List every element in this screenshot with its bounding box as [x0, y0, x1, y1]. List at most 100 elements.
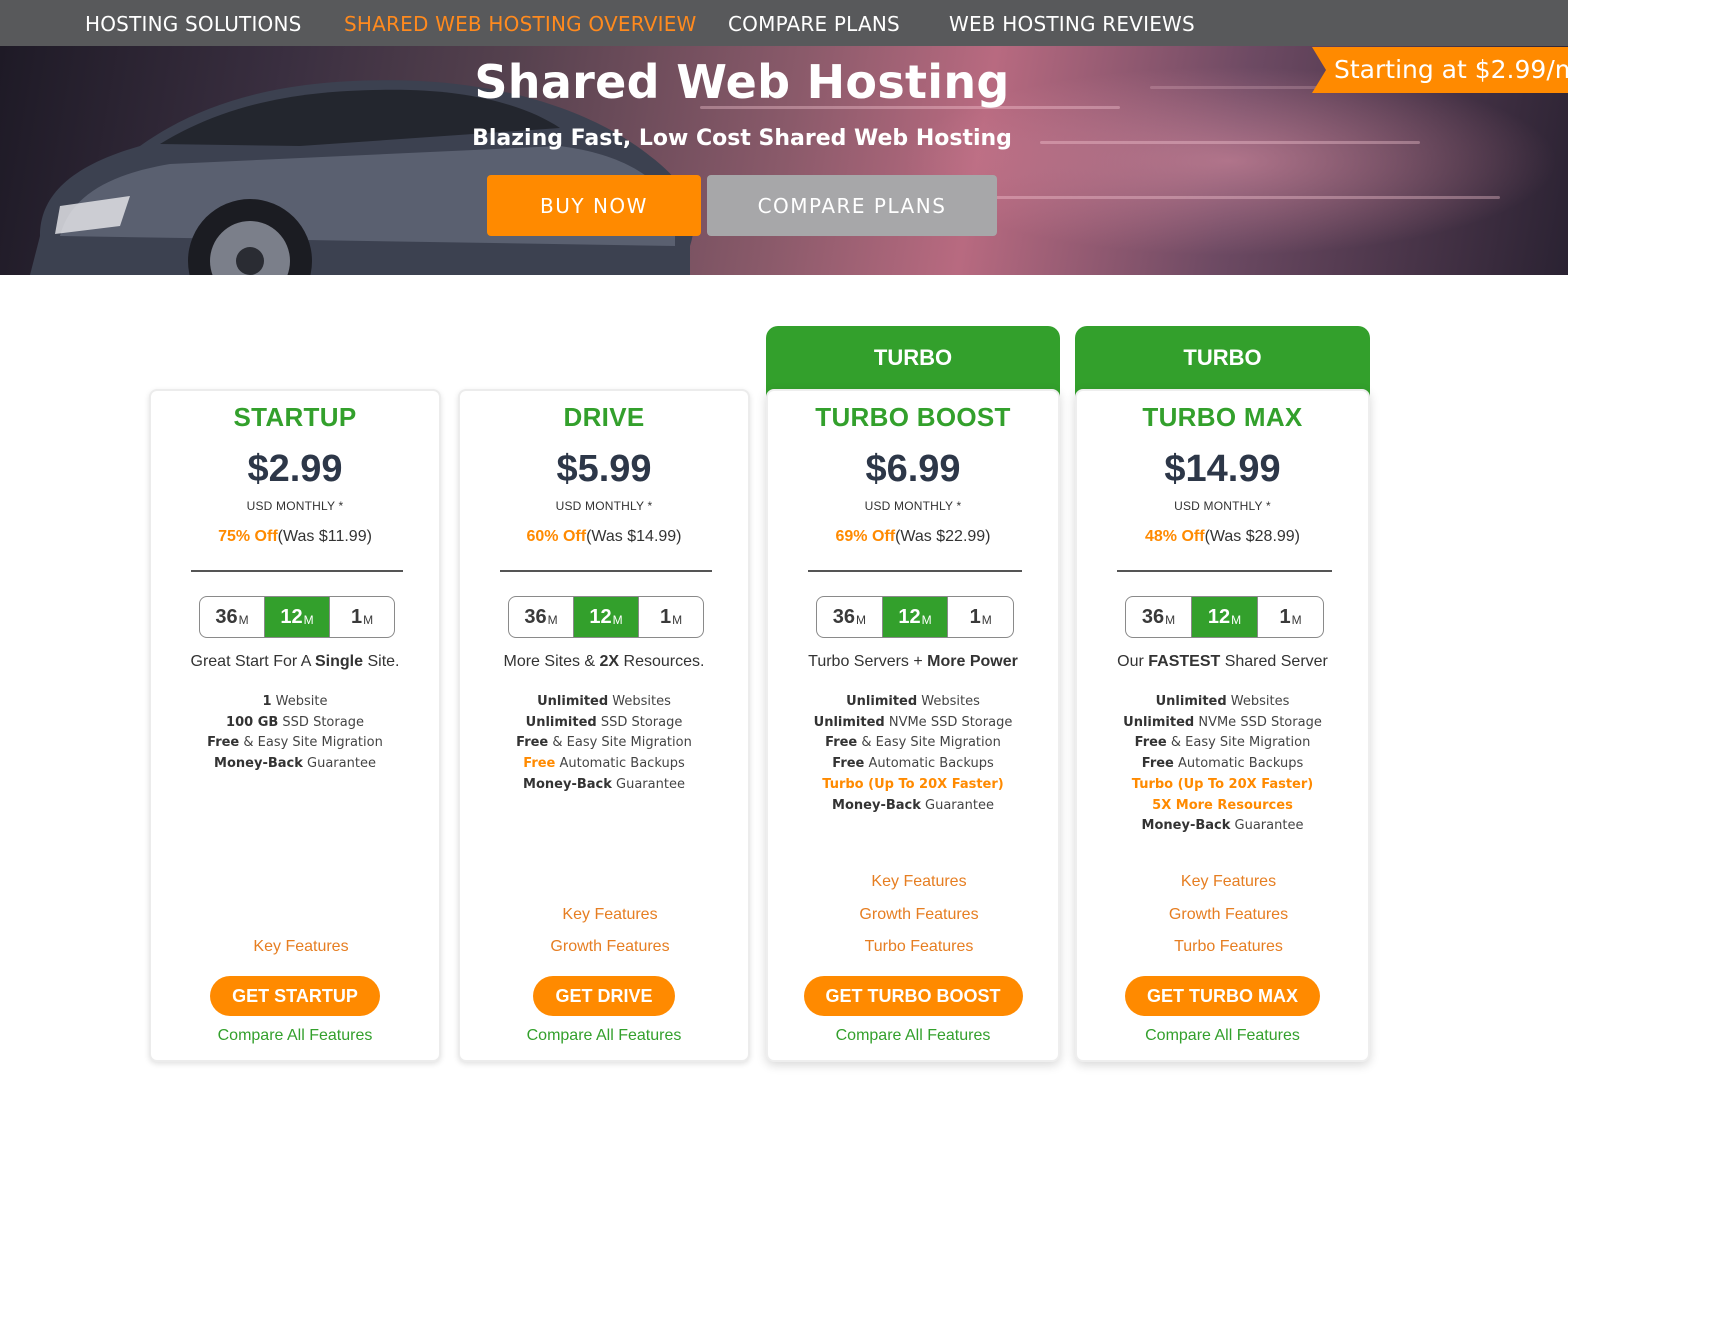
- feature-text: Guarantee: [302, 756, 376, 772]
- feature-item: Money-Back Guarantee: [768, 796, 1058, 817]
- plan-cta: GET DRIVE: [460, 976, 748, 1016]
- nav-item-hosting-solutions[interactable]: HOSTING SOLUTIONS: [85, 12, 302, 36]
- compare-plans-button[interactable]: COMPARE PLANS: [707, 175, 997, 236]
- plan-tagline: Great Start For A Single Site.: [151, 653, 439, 671]
- term-option-1m[interactable]: 1M: [329, 597, 394, 637]
- feature-link-turbo-features[interactable]: Turbo Features: [774, 938, 1064, 956]
- feature-item: Money-Back Guarantee: [460, 775, 748, 796]
- feature-text: & Easy Site Migration: [1166, 735, 1311, 751]
- feature-text: & Easy Site Migration: [857, 735, 1001, 751]
- feature-item: Free Automatic Backups: [768, 754, 1058, 775]
- term-option-12m[interactable]: 12 M: [1191, 597, 1257, 637]
- get-plan-button[interactable]: GET TURBO BOOST: [803, 976, 1023, 1016]
- feature-highlight: Free: [207, 735, 240, 751]
- feature-highlight: Turbo (Up To 20X Faster): [1131, 776, 1314, 792]
- get-plan-button[interactable]: GET TURBO MAX: [1125, 976, 1320, 1016]
- compare-all-features-link[interactable]: Compare All Features: [768, 1027, 1058, 1045]
- term-option-12m[interactable]: 12 M: [573, 597, 638, 637]
- compare-all-features-link[interactable]: Compare All Features: [151, 1027, 439, 1045]
- tagline-part: Shared Server: [1220, 653, 1328, 670]
- feature-text: NVMe SSD Storage: [1194, 714, 1322, 730]
- divider: [1117, 570, 1332, 572]
- term-number: 36: [832, 605, 855, 628]
- feature-highlight: Money-Back: [832, 797, 921, 813]
- term-unit: M: [921, 612, 932, 627]
- feature-item: Free Automatic Backups: [1077, 754, 1368, 775]
- get-plan-button[interactable]: GET STARTUP: [210, 976, 380, 1016]
- plan-discount: 69% Off(Was $22.99): [768, 528, 1058, 546]
- feature-link-key-features[interactable]: Key Features: [774, 873, 1064, 891]
- feature-link-growth-features[interactable]: Growth Features: [1083, 906, 1374, 924]
- feature-text: SSD Storage: [596, 714, 683, 730]
- feature-link-key-features[interactable]: Key Features: [466, 906, 754, 924]
- compare-all-features-link[interactable]: Compare All Features: [460, 1027, 748, 1045]
- feature-highlight: Free: [1134, 735, 1167, 751]
- feature-item: Unlimited Websites: [768, 692, 1058, 713]
- plan-period: USD MONTHLY *: [864, 499, 962, 513]
- feature-link-growth-features[interactable]: Growth Features: [466, 938, 754, 956]
- term-number: 1: [969, 605, 981, 628]
- feature-item: Money-Back Guarantee: [1077, 816, 1368, 837]
- feature-link-growth-features[interactable]: Growth Features: [774, 906, 1064, 924]
- feature-highlight: Money-Back: [214, 756, 303, 772]
- feature-highlight: 5X More Resources: [1152, 797, 1293, 813]
- plan-tagline: Our FASTEST Shared Server: [1077, 653, 1368, 671]
- term-unit: M: [612, 612, 623, 627]
- feature-text: Websites: [608, 694, 671, 709]
- term-unit: M: [238, 612, 249, 627]
- plan-name: DRIVE: [563, 402, 645, 432]
- feature-item: 5X More Resources: [1077, 796, 1368, 817]
- term-option-12m[interactable]: 12 M: [264, 597, 329, 637]
- term-number: 36: [524, 605, 547, 628]
- feature-text: Websites: [917, 694, 980, 709]
- term-option-36m[interactable]: 36 M: [817, 597, 882, 637]
- feature-item: Free & Easy Site Migration: [768, 733, 1058, 754]
- plan-card: STARTUP $2.99 USD MONTHLY * 75% Off(Was $11…: [149, 389, 441, 1062]
- get-plan-button[interactable]: GET DRIVE: [533, 976, 675, 1016]
- term-option-36m[interactable]: 36 M: [200, 597, 264, 637]
- feature-text: Automatic Backups: [864, 756, 994, 772]
- feature-text: SSD Storage: [278, 714, 364, 730]
- feature-highlight: Free: [516, 735, 549, 751]
- feature-link-turbo-features[interactable]: Turbo Features: [1083, 938, 1374, 956]
- feature-text: Websites: [1226, 694, 1290, 709]
- feature-highlight: Free: [825, 735, 858, 751]
- tagline-part: More Power: [927, 653, 1018, 670]
- starting-price-ribbon: Starting at $2.99/mo: [1312, 47, 1568, 93]
- term-option-1m[interactable]: 1M: [638, 597, 703, 637]
- nav-item-compare-plans[interactable]: COMPARE PLANS: [728, 12, 900, 36]
- term-option-12m[interactable]: 12 M: [881, 597, 948, 637]
- term-number: 12: [280, 605, 303, 628]
- feature-highlight: Unlimited: [537, 694, 609, 709]
- tagline-part: 2X: [599, 653, 620, 670]
- feature-item: 1 Website: [151, 692, 439, 713]
- feature-item: Free & Easy Site Migration: [460, 733, 748, 754]
- motion-streak: [980, 196, 1500, 199]
- plan-price: $2.99: [247, 448, 343, 490]
- term-option-1m[interactable]: 1M: [1257, 597, 1323, 637]
- feature-highlight: Free: [832, 756, 865, 772]
- term-selector: 36 M 12 M 1 M: [1125, 596, 1324, 638]
- plan-period: USD MONTHLY *: [246, 499, 344, 513]
- nav-item-shared-hosting-overview[interactable]: SHARED WEB HOSTING OVERVIEW: [344, 12, 697, 36]
- term-option-36m[interactable]: 36 M: [1126, 597, 1191, 637]
- feature-list: 1 Website 100 GB SSD Storage Free & Easy S…: [151, 692, 439, 775]
- term-option-36m[interactable]: 36 M: [509, 597, 573, 637]
- plan-discount: 75% Off(Was $11.99): [151, 528, 439, 546]
- plan-name: STARTUP: [233, 402, 357, 432]
- feature-text: Website: [271, 694, 328, 709]
- nav-item-hosting-reviews[interactable]: WEB HOSTING REVIEWS: [949, 12, 1195, 36]
- plan-cta: GET STARTUP: [151, 976, 439, 1016]
- feature-text: Automatic Backups: [1173, 756, 1304, 772]
- discount-was-price: (Was $28.99): [1204, 528, 1301, 545]
- term-option-1m[interactable]: 1M: [947, 597, 1013, 637]
- term-unit: M: [1231, 612, 1242, 627]
- discount-percent: 48% Off: [1144, 528, 1205, 545]
- feature-link-key-features[interactable]: Key Features: [157, 938, 445, 956]
- tagline-part: Our: [1117, 653, 1149, 670]
- buy-now-button[interactable]: BUY NOW: [487, 175, 701, 236]
- compare-all-features-link[interactable]: Compare All Features: [1077, 1027, 1368, 1045]
- plan-tagline: More Sites & 2X Resources.: [460, 653, 748, 671]
- feature-text: & Easy Site Migration: [548, 735, 692, 751]
- feature-link-key-features[interactable]: Key Features: [1083, 873, 1374, 891]
